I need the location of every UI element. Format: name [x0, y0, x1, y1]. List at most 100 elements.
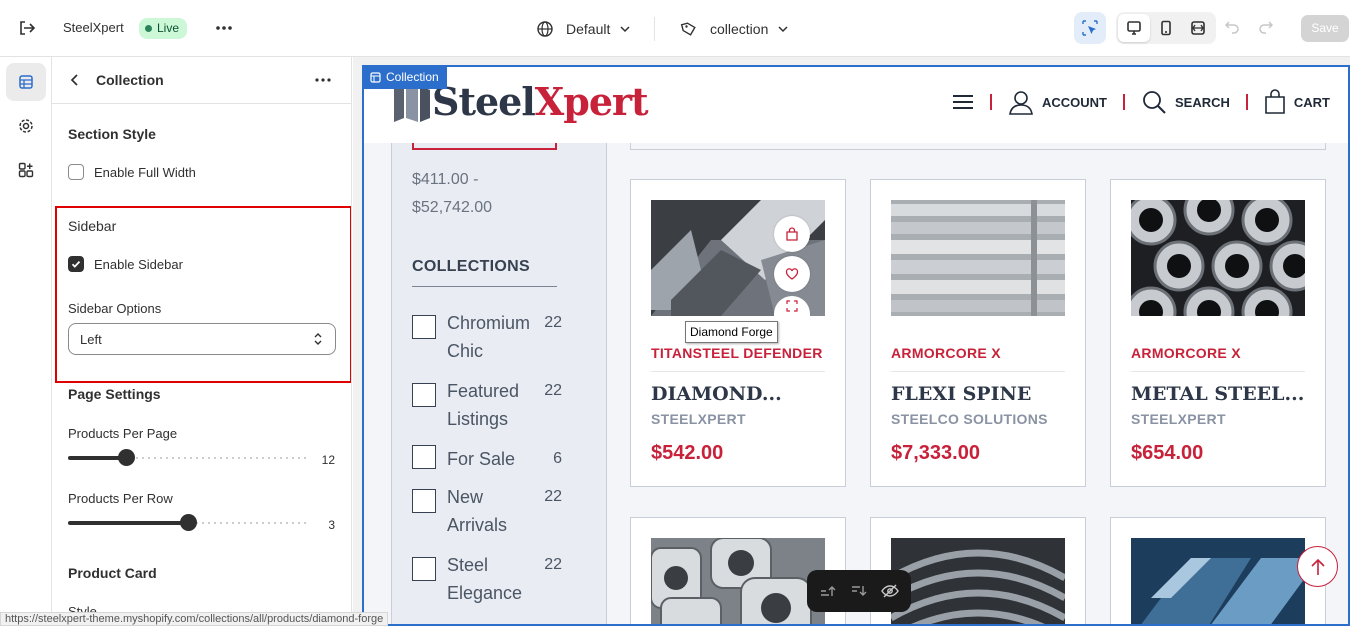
collection-filter-item[interactable]: For Sale 6: [412, 445, 562, 473]
price-range: $411.00 - $52,742.00: [412, 171, 493, 216]
more-actions-icon[interactable]: [213, 17, 235, 39]
arrow-up-icon: [1310, 558, 1325, 575]
full-width-view-button[interactable]: [1182, 14, 1214, 42]
cart-link[interactable]: CART: [1264, 89, 1330, 115]
logo-wordmark: SteelXpert: [432, 79, 649, 124]
live-badge-label: Live: [157, 21, 180, 35]
cursor-select-icon: [1082, 20, 1098, 36]
view-tools: [1074, 12, 1216, 44]
product-card[interactable]: Diamond Forge TITANSTEEL DEFENDER DIAMON…: [630, 179, 846, 487]
products-per-page-slider[interactable]: [68, 449, 308, 466]
product-image[interactable]: [1131, 538, 1305, 624]
inspector-button[interactable]: [1074, 12, 1106, 44]
products-per-row-slider[interactable]: [68, 514, 308, 531]
collection-sidebar: $411.00 - $52,742.00 COLLECTIONS Chromiu…: [391, 143, 607, 624]
mobile-view-button[interactable]: [1150, 14, 1182, 42]
move-up-icon[interactable]: [819, 584, 837, 598]
account-link[interactable]: ACCOUNT: [1008, 89, 1107, 115]
filter-checkbox[interactable]: [412, 315, 436, 339]
section-style-heading: Section Style: [68, 126, 156, 142]
nav-separator: [1122, 94, 1125, 110]
desktop-view-button[interactable]: [1118, 14, 1150, 42]
products-per-row-value: 3: [328, 518, 335, 532]
sidebar-options-select[interactable]: Left: [68, 323, 336, 355]
search-link[interactable]: SEARCH: [1141, 89, 1230, 115]
store-header: SteelXpert ACCOUNT SEARCH CART: [364, 67, 1348, 143]
checkmark-icon: [71, 260, 81, 268]
move-down-icon[interactable]: [850, 584, 868, 598]
product-image[interactable]: [891, 538, 1065, 624]
card-divider: [651, 371, 825, 372]
apps-icon: [18, 162, 34, 178]
editor-icon-rail: [0, 57, 52, 626]
product-price: $7,333.00: [891, 442, 980, 464]
expand-icon: [786, 300, 798, 312]
theme-selector[interactable]: Default: [536, 18, 632, 40]
mobile-icon: [1161, 20, 1171, 36]
apps-nav-button[interactable]: [6, 151, 46, 189]
tag-icon: [680, 22, 696, 36]
enable-full-width-checkbox[interactable]: [68, 164, 84, 180]
product-collection-tag: ARMORCORE X: [891, 345, 1001, 361]
enable-sidebar-checkbox[interactable]: [68, 256, 84, 272]
collection-filter-item[interactable]: Featured Listings 22: [412, 377, 562, 433]
card-divider: [891, 371, 1065, 372]
shopping-bag-icon: [1265, 89, 1285, 114]
template-selector[interactable]: collection: [680, 18, 790, 40]
filter-checkbox[interactable]: [412, 557, 436, 581]
hide-section-icon[interactable]: [880, 584, 899, 598]
redo-icon[interactable]: [1258, 18, 1274, 34]
sections-nav-button[interactable]: [6, 63, 46, 101]
product-title[interactable]: FLEXI SPINE: [891, 383, 1065, 405]
scroll-to-top-button[interactable]: [1297, 546, 1338, 587]
products-per-page-label: Products Per Page: [68, 426, 178, 441]
exit-icon[interactable]: [16, 17, 38, 39]
search-icon: [1143, 91, 1166, 114]
product-card[interactable]: ARMORCORE X FLEXI SPINE STEELCO SOLUTION…: [870, 179, 1086, 487]
quick-add-button[interactable]: [774, 216, 810, 252]
product-image[interactable]: [891, 200, 1065, 316]
slider-handle[interactable]: [180, 514, 197, 531]
section-frame-tag[interactable]: Collection: [362, 65, 447, 89]
collection-section-frame[interactable]: SteelXpert ACCOUNT SEARCH CART $411.00 -…: [362, 65, 1350, 626]
collection-name: For Sale: [447, 449, 516, 469]
section-icon: [370, 71, 381, 83]
browser-status-url: https://steelxpert-theme.myshopify.com/c…: [0, 612, 389, 626]
product-tooltip: Diamond Forge: [685, 321, 778, 343]
product-card[interactable]: ARMORCORE X METAL STEEL... STEELXPERT $6…: [1110, 179, 1326, 487]
products-per-page-value: 12: [321, 453, 335, 467]
collection-count: 22: [544, 488, 562, 505]
enable-sidebar-row[interactable]: Enable Sidebar: [68, 256, 183, 272]
collection-filter-item[interactable]: Chromium Chic 22: [412, 309, 562, 365]
shopping-bag-icon: [786, 227, 798, 241]
product-card[interactable]: [1110, 517, 1326, 624]
wishlist-button[interactable]: [774, 256, 810, 292]
product-title[interactable]: METAL STEEL...: [1131, 383, 1305, 405]
collection-count: 22: [544, 314, 562, 331]
device-toggle: [1116, 12, 1216, 44]
undo-icon[interactable]: [1224, 18, 1240, 34]
hamburger-menu-icon[interactable]: [952, 93, 974, 111]
product-image[interactable]: [1131, 200, 1305, 316]
product-title[interactable]: DIAMOND...: [651, 383, 825, 405]
sections-icon: [19, 75, 33, 89]
enable-full-width-row[interactable]: Enable Full Width: [68, 164, 196, 180]
product-card-heading: Product Card: [68, 565, 157, 581]
back-chevron-icon[interactable]: [68, 73, 82, 87]
product-image[interactable]: [651, 538, 825, 624]
filter-underline: [412, 143, 557, 150]
filter-checkbox[interactable]: [412, 489, 436, 513]
filter-checkbox[interactable]: [412, 445, 436, 469]
filter-checkbox[interactable]: [412, 383, 436, 407]
slider-handle[interactable]: [118, 449, 135, 466]
panel-title: Collection: [96, 72, 164, 88]
sidebar-options-value: Left: [80, 331, 102, 347]
collection-filter-item[interactable]: New Arrivals 22: [412, 483, 562, 539]
live-dot-icon: [145, 25, 152, 32]
collection-filter-item[interactable]: Steel Elegance 22: [412, 551, 562, 607]
collection-count: 22: [544, 382, 562, 399]
more-options-icon[interactable]: [313, 70, 333, 90]
save-button[interactable]: Save: [1301, 15, 1349, 42]
collection-count: 22: [544, 556, 562, 573]
theme-settings-nav-button[interactable]: [6, 107, 46, 145]
